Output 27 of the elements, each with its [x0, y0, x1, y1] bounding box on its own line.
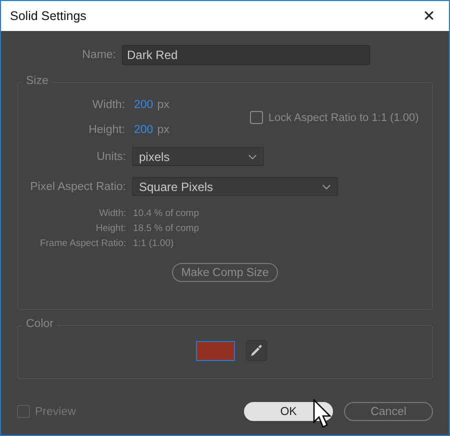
name-field[interactable]: Dark Red [122, 45, 370, 65]
width-unit: px [157, 99, 170, 111]
close-button[interactable]: ✕ [409, 1, 449, 31]
pixel-aspect-ratio-label: Pixel Aspect Ratio: [29, 180, 126, 192]
color-legend: Color [22, 318, 58, 330]
info-label: Height: [94, 223, 126, 234]
eyedropper-button[interactable] [246, 340, 266, 361]
pixel-aspect-ratio-dropdown[interactable]: Square Pixels [132, 177, 338, 196]
width-label: Width: [91, 99, 125, 111]
mouse-pointer-icon [313, 399, 333, 429]
size-legend: Size [22, 75, 52, 87]
lock-label: Lock Aspect Ratio to 1:1 (1.00) [268, 112, 419, 124]
units-dropdown[interactable]: pixels [132, 147, 264, 166]
caret-icon [322, 184, 331, 190]
caret-icon [248, 154, 257, 160]
units-label: Units: [96, 150, 126, 162]
info-value: 1:1 (1.00) [133, 238, 174, 249]
window-title: Solid Settings [10, 9, 86, 23]
height-label: Height: [88, 124, 125, 136]
info-label: Width: [98, 208, 126, 219]
lock-checkbox[interactable] [250, 111, 264, 124]
height-unit: px [157, 124, 170, 136]
info-label: Frame Aspect Ratio: [38, 238, 126, 249]
info-value: 18.5 % of comp [133, 223, 200, 234]
info-value: 10.4 % of comp [133, 208, 200, 219]
color-swatch[interactable] [196, 340, 234, 360]
name-label: Name: [81, 49, 116, 61]
